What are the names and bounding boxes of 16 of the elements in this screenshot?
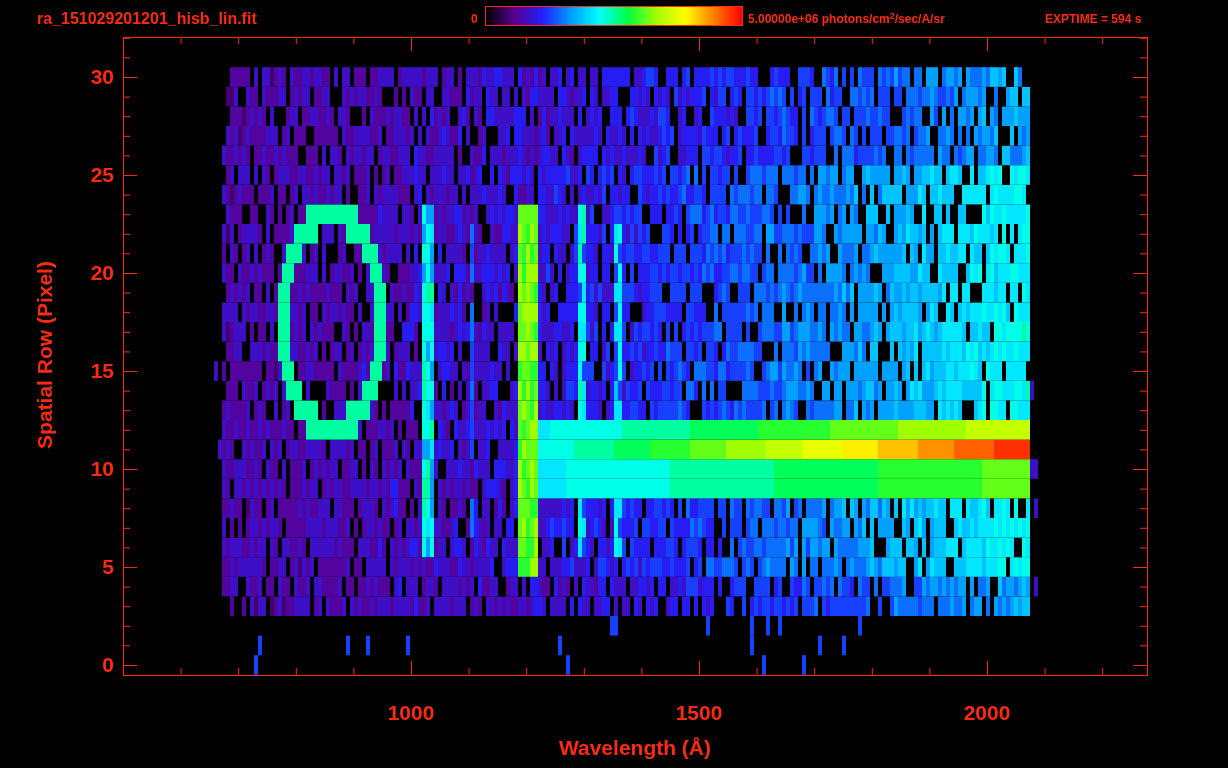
y-axis-label: Spatial Row (Pixel) xyxy=(32,260,57,451)
x-tick-label: 1000 xyxy=(386,700,436,726)
colorbar-min-label: 0 xyxy=(471,11,478,27)
y-tick-label: 5 xyxy=(101,554,114,580)
x-tick-label: 1500 xyxy=(674,700,724,726)
y-tick-label: 10 xyxy=(89,456,114,482)
colorbar-max-label: 5.00000e+06 photons/cm$^{2}$/sec/A/sr xyxy=(748,11,945,27)
x-axis-label: Wavelength (Å) xyxy=(557,735,713,761)
exposure-time: EXPTIME = 594 s xyxy=(1045,11,1142,27)
y-tick-label: 0 xyxy=(101,652,114,678)
y-tick-label: 25 xyxy=(89,162,114,188)
y-tick-label: 15 xyxy=(89,358,114,384)
plot-title: ra_151029201201_hisb_lin.fit xyxy=(37,9,257,29)
y-tick-label: 20 xyxy=(89,260,114,286)
y-tick-label: 30 xyxy=(89,64,114,90)
x-tick-label: 2000 xyxy=(962,700,1012,726)
